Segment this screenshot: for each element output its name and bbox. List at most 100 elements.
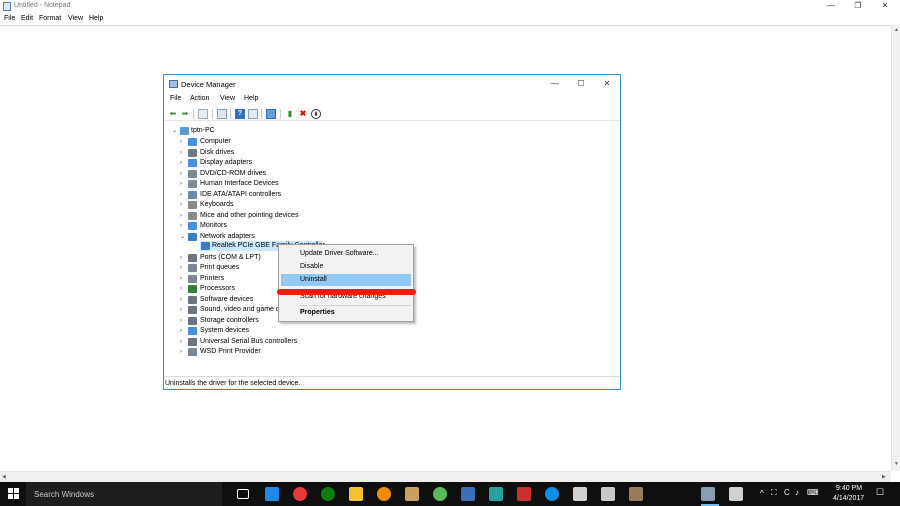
device-manager-icon [169,80,178,88]
dm-minimize-button[interactable]: — [542,78,568,90]
device-manager-title-bar: Device Manager — ☐ ✕ [164,75,620,93]
expand-chevron-icon[interactable]: › [180,337,182,347]
edge-icon[interactable] [265,487,279,501]
expand-chevron-icon[interactable]: › [180,137,182,147]
expand-chevron-icon[interactable]: › [180,190,182,200]
app-hand-icon[interactable] [405,487,419,501]
expand-chevron-icon[interactable]: › [180,179,182,189]
menu-item-update-driver[interactable]: Update Driver Software... [281,248,411,260]
expand-chevron-icon[interactable]: › [180,295,182,305]
properties-icon[interactable] [198,109,208,119]
chrome-icon[interactable] [293,487,307,501]
expand-chevron-icon[interactable]: › [180,158,182,168]
tree-item-label: DVD/CD-ROM drives [200,169,267,177]
view-icon[interactable] [248,109,258,119]
expand-chevron-icon[interactable]: › [180,305,182,315]
volume-icon[interactable]: ♪ [795,488,799,497]
clock-date[interactable]: 4/14/2017 [833,495,864,502]
minimize-button[interactable]: — [818,0,844,12]
search-box[interactable]: Search Windows [26,482,222,506]
tree-item-label: Storage controllers [200,316,259,324]
dm-menu-view[interactable]: View [220,95,235,102]
app-orange-icon[interactable] [377,487,391,501]
tree-item-label: Processors [200,285,236,292]
expand-chevron-icon[interactable]: › [180,274,182,284]
expand-chevron-icon[interactable]: ⌄ [172,126,177,136]
close-button[interactable]: ✕ [872,0,898,12]
red-underline-annotation [277,289,416,295]
app-green-icon[interactable] [433,487,447,501]
expand-chevron-icon[interactable]: › [180,284,182,294]
file-explorer-icon[interactable] [349,487,363,501]
menu-edit[interactable]: Edit [21,15,33,22]
dm-toolbar: ⬅ ➡ ? ▮ ✖ ⬇ [164,106,620,121]
horizontal-scrollbar[interactable]: ◀ ▶ [0,471,891,482]
forward-icon[interactable]: ➡ [180,109,190,119]
clock-time[interactable]: 9:40 PM [836,485,862,492]
teamviewer-icon[interactable] [545,487,559,501]
scan-hardware-icon[interactable]: ⬇ [311,109,321,119]
notepad-title-bar: Untitled - Notepad — ❐ ✕ [0,0,900,13]
expand-chevron-icon[interactable]: › [180,263,182,273]
menu-help[interactable]: Help [89,15,103,22]
scroll-right-icon[interactable]: ▶ [882,474,886,480]
action-center-icon[interactable]: ☐ [876,487,884,498]
scroll-down-icon[interactable]: ▼ [894,461,899,467]
app-doc-icon[interactable] [601,487,615,501]
app-q-icon[interactable] [461,487,475,501]
collapse-chevron-icon[interactable]: ⌄ [180,232,185,242]
expand-chevron-icon[interactable]: › [180,253,182,263]
port-icon [188,253,197,262]
scroll-left-icon[interactable]: ◀ [2,474,6,480]
language-icon[interactable]: ⌨ [807,488,819,497]
app-teal-icon[interactable] [489,487,503,501]
device-manager-icon[interactable] [701,487,715,501]
xbox-icon[interactable] [321,487,335,501]
expand-chevron-icon[interactable]: › [180,200,182,210]
printer-icon [188,274,197,283]
monitor-icon[interactable] [266,109,276,119]
dm-menu-action[interactable]: Action [190,95,209,102]
menu-item-properties[interactable]: Properties [281,307,411,319]
expand-chevron-icon[interactable]: › [180,169,182,179]
back-icon[interactable]: ⬅ [168,109,178,119]
scroll-up-icon[interactable]: ▲ [894,27,899,33]
menu-separator [300,305,411,306]
tree-item-label: WSD Print Provider [200,348,261,355]
dm-close-button[interactable]: ✕ [594,78,620,90]
tray-c-icon[interactable]: C [784,488,790,497]
start-button[interactable] [8,488,20,500]
app-window-icon[interactable] [729,487,743,501]
task-view-icon[interactable] [237,489,249,499]
app-tools-icon[interactable] [629,487,643,501]
expand-chevron-icon[interactable]: › [180,221,182,231]
network-tray-icon[interactable]: ⛶ [771,488,777,498]
vertical-scrollbar[interactable]: ▲ ▼ [891,25,900,471]
expand-chevron-icon[interactable]: › [180,316,182,326]
maximize-button[interactable]: ❐ [845,0,871,12]
tray-chevron-icon[interactable]: ^ [760,489,764,498]
computer-icon [188,138,197,146]
filezilla-icon[interactable] [517,487,531,501]
status-text: Uninstalls the driver for the selected d… [165,380,301,387]
menu-view[interactable]: View [68,15,83,22]
show-hide-icon[interactable] [217,109,227,119]
menu-item-uninstall[interactable]: Uninstall [281,274,411,286]
expand-chevron-icon[interactable]: › [180,347,182,357]
menu-format[interactable]: Format [39,15,61,22]
menu-file[interactable]: File [4,15,15,22]
dm-menu-file[interactable]: File [170,95,181,102]
menu-item-disable[interactable]: Disable [281,261,411,273]
expand-chevron-icon[interactable]: › [180,148,182,158]
update-driver-icon[interactable]: ▮ [285,109,295,119]
dm-menu-help[interactable]: Help [244,95,258,102]
system-device-icon [188,327,197,335]
help-icon[interactable]: ? [235,109,245,119]
app-ca-icon[interactable] [573,487,587,501]
dm-maximize-button[interactable]: ☐ [568,78,594,90]
expand-chevron-icon[interactable]: › [180,326,182,336]
search-placeholder: Search Windows [34,490,95,499]
resize-grip-icon[interactable]: ⋰ [613,383,619,389]
uninstall-icon[interactable]: ✖ [298,109,308,119]
expand-chevron-icon[interactable]: › [180,211,182,221]
